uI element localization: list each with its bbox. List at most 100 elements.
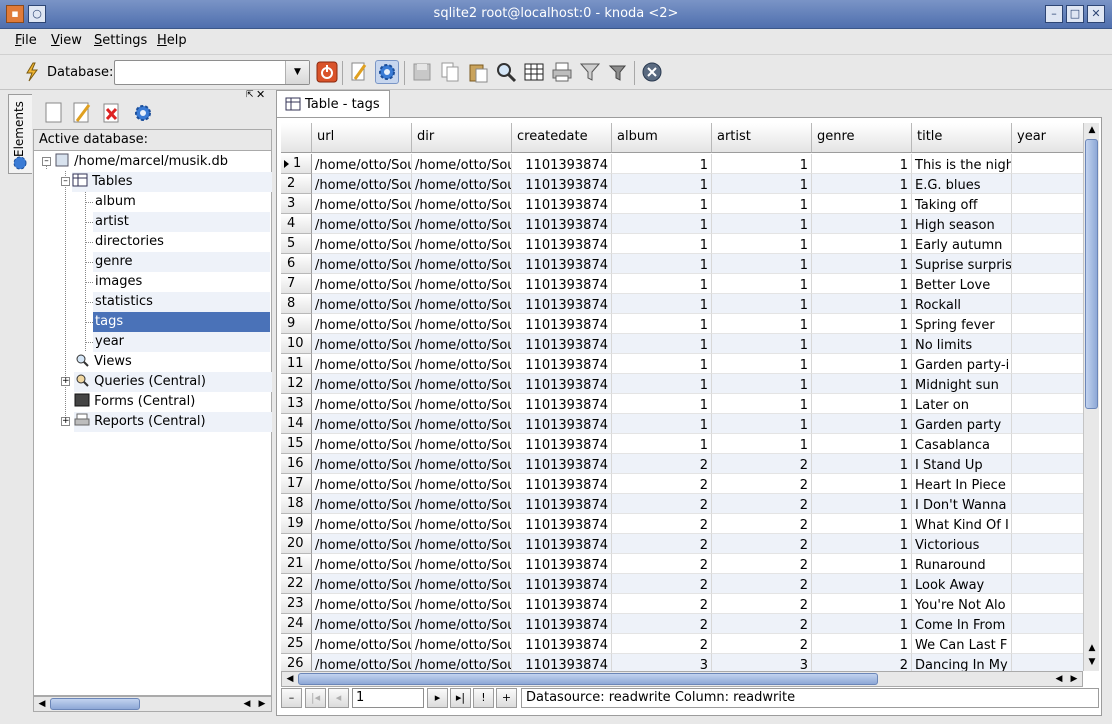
cell-genre[interactable]: 1 xyxy=(812,194,912,214)
cell-dir[interactable]: /home/otto/Sou xyxy=(412,434,512,454)
cell-createdate[interactable]: 1101393874 xyxy=(512,194,612,214)
table-row[interactable]: /home/otto/Sou/home/otto/Sou 1101393874 2 2… xyxy=(312,634,1083,654)
cell-year[interactable] xyxy=(1012,394,1083,414)
cell-createdate[interactable]: 1101393874 xyxy=(512,594,612,614)
tree-item-table-genre[interactable]: genre xyxy=(93,252,270,272)
cell-url[interactable]: /home/otto/Sou xyxy=(312,554,412,574)
cell-genre[interactable]: 1 xyxy=(812,214,912,234)
cell-createdate[interactable]: 1101393874 xyxy=(512,514,612,534)
menu-file[interactable]: File xyxy=(15,33,37,48)
cell-createdate[interactable]: 1101393874 xyxy=(512,414,612,434)
cell-year[interactable] xyxy=(1012,534,1083,554)
cell-createdate[interactable]: 1101393874 xyxy=(512,234,612,254)
cell-year[interactable] xyxy=(1012,254,1083,274)
row-header[interactable]: 13 xyxy=(281,394,312,414)
row-header[interactable]: 10 xyxy=(281,334,312,354)
cell-dir[interactable]: /home/otto/Sou xyxy=(412,274,512,294)
tree-item-table-statistics[interactable]: statistics xyxy=(93,292,270,312)
scroll-right-icon[interactable]: ▶ xyxy=(1067,672,1081,686)
cell-year[interactable] xyxy=(1012,374,1083,394)
next-record-button[interactable]: ▸ xyxy=(427,688,448,708)
column-header-genre[interactable]: genre xyxy=(812,123,912,153)
cell-artist[interactable]: 1 xyxy=(712,234,812,254)
cell-url[interactable]: /home/otto/Sou xyxy=(312,254,412,274)
row-header[interactable]: 5 xyxy=(281,234,312,254)
cell-dir[interactable]: /home/otto/Sou xyxy=(412,534,512,554)
scroll-right-icon[interactable]: ▶ xyxy=(255,697,269,711)
tree-item-reports[interactable]: Reports (Central) xyxy=(74,412,272,432)
search-icon[interactable] xyxy=(494,60,518,84)
cell-genre[interactable]: 1 xyxy=(812,434,912,454)
row-header[interactable]: 18 xyxy=(281,494,312,514)
cell-genre[interactable]: 1 xyxy=(812,234,912,254)
cell-title[interactable]: We Can Last F xyxy=(912,634,1012,654)
cell-url[interactable]: /home/otto/Sou xyxy=(312,274,412,294)
table-row[interactable]: /home/otto/Sou/home/otto/Sou 1101393874 2 2… xyxy=(312,594,1083,614)
cell-album[interactable]: 1 xyxy=(612,194,712,214)
cell-url[interactable]: /home/otto/Sou xyxy=(312,574,412,594)
cell-dir[interactable]: /home/otto/Sou xyxy=(412,414,512,434)
scroll-left-icon[interactable]: ◀ xyxy=(35,697,49,711)
previous-record-button[interactable]: ◂ xyxy=(328,688,349,708)
table-row[interactable]: /home/otto/Sou/home/otto/Sou 1101393874 1 1… xyxy=(312,154,1083,174)
tree-expander[interactable]: + xyxy=(61,377,70,386)
table-row[interactable]: /home/otto/Sou/home/otto/Sou 1101393874 2 2… xyxy=(312,534,1083,554)
new-record-button[interactable]: + xyxy=(496,688,517,708)
scroll-up-icon[interactable]: ▲ xyxy=(1085,123,1099,137)
cell-url[interactable]: /home/otto/Sou xyxy=(312,174,412,194)
cell-url[interactable]: /home/otto/Sou xyxy=(312,214,412,234)
scroll-down-icon[interactable]: ▼ xyxy=(1085,655,1099,669)
clear-filter-icon[interactable] xyxy=(606,60,630,84)
cell-title[interactable]: Better Love xyxy=(912,274,1012,294)
cell-createdate[interactable]: 1101393874 xyxy=(512,454,612,474)
cell-year[interactable] xyxy=(1012,354,1083,374)
cell-album[interactable]: 1 xyxy=(612,274,712,294)
row-header[interactable]: 12 xyxy=(281,374,312,394)
cell-createdate[interactable]: 1101393874 xyxy=(512,294,612,314)
cell-genre[interactable]: 1 xyxy=(812,174,912,194)
cell-year[interactable] xyxy=(1012,474,1083,494)
properties-gear-icon[interactable] xyxy=(132,102,154,128)
cell-artist[interactable]: 1 xyxy=(712,434,812,454)
cell-dir[interactable]: /home/otto/Sou xyxy=(412,294,512,314)
row-header[interactable]: 19 xyxy=(281,514,312,534)
cell-createdate[interactable]: 1101393874 xyxy=(512,614,612,634)
menu-help[interactable]: Help xyxy=(157,33,187,48)
cell-artist[interactable]: 2 xyxy=(712,514,812,534)
cell-url[interactable]: /home/otto/Sou xyxy=(312,634,412,654)
cell-album[interactable]: 2 xyxy=(612,474,712,494)
tree-item-table-year[interactable]: year xyxy=(93,332,270,352)
cell-createdate[interactable]: 1101393874 xyxy=(512,574,612,594)
cell-url[interactable]: /home/otto/Sou xyxy=(312,534,412,554)
cell-album[interactable]: 1 xyxy=(612,334,712,354)
scroll-up-icon[interactable]: ▲ xyxy=(1085,641,1099,655)
delete-icon[interactable] xyxy=(102,102,122,128)
cell-album[interactable]: 1 xyxy=(612,254,712,274)
cell-createdate[interactable]: 1101393874 xyxy=(512,154,612,174)
dock-float-icon[interactable]: ⇱ xyxy=(246,90,254,100)
cell-year[interactable] xyxy=(1012,454,1083,474)
cell-dir[interactable]: /home/otto/Sou xyxy=(412,234,512,254)
cell-album[interactable]: 1 xyxy=(612,214,712,234)
row-header[interactable]: 2 xyxy=(281,174,312,194)
cell-album[interactable]: 1 xyxy=(612,294,712,314)
row-header[interactable]: 11 xyxy=(281,354,312,374)
row-header[interactable]: 23 xyxy=(281,594,312,614)
save-icon[interactable] xyxy=(410,60,434,84)
column-header-artist[interactable]: artist xyxy=(712,123,812,153)
cell-album[interactable]: 2 xyxy=(612,574,712,594)
cell-artist[interactable]: 1 xyxy=(712,374,812,394)
column-header-url[interactable]: url xyxy=(312,123,412,153)
settings-gear-icon[interactable] xyxy=(375,60,399,84)
table-row[interactable]: /home/otto/Sou/home/otto/Sou 1101393874 1 1… xyxy=(312,334,1083,354)
first-record-button[interactable]: |◂ xyxy=(305,688,326,708)
table-row[interactable]: /home/otto/Sou/home/otto/Sou 1101393874 2 2… xyxy=(312,494,1083,514)
cell-artist[interactable]: 3 xyxy=(712,654,812,671)
cell-album[interactable]: 1 xyxy=(612,434,712,454)
cell-title[interactable]: No limits xyxy=(912,334,1012,354)
cell-genre[interactable]: 2 xyxy=(812,654,912,671)
cell-dir[interactable]: /home/otto/Sou xyxy=(412,594,512,614)
cell-title[interactable]: I Don't Wanna xyxy=(912,494,1012,514)
cell-artist[interactable]: 2 xyxy=(712,474,812,494)
copy-icon[interactable] xyxy=(438,60,462,84)
